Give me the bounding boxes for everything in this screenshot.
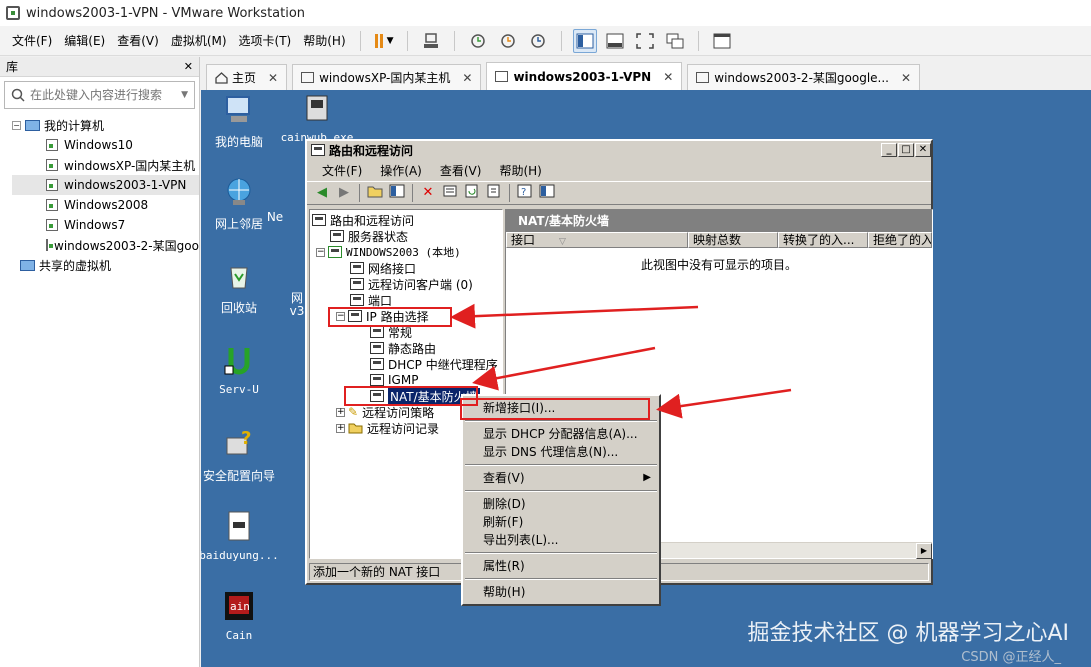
annotation-arrows (450, 303, 792, 419)
guest-desktop: 我的电脑 cainwub.exe 网上邻居 Ne 回收站 网 v3 Serv-U… (201, 90, 1091, 667)
vm-icon (46, 179, 58, 191)
tab-close-icon[interactable]: ✕ (901, 71, 911, 85)
tab-close-icon[interactable]: ✕ (268, 71, 278, 85)
tree-vm-item[interactable]: windowsXP-国内某主机 (12, 155, 199, 175)
vm-icon (46, 159, 58, 171)
collapse-icon[interactable]: − (12, 120, 21, 130)
title-bar: windows2003-1-VPN - VMware Workstation (0, 0, 1091, 26)
snapshot-revert-icon[interactable] (496, 29, 520, 53)
tab-bar: 主页 ✕ windowsXP-国内某主机 ✕ windows2003-1-VPN ✕ … (201, 62, 1091, 90)
snapshot-take-icon[interactable] (466, 29, 490, 53)
watermark-csdn: CSDN @正经人_ (961, 650, 1061, 665)
send-ctrl-alt-del-icon[interactable] (419, 29, 443, 53)
search-input[interactable] (30, 88, 182, 102)
vm-icon (46, 219, 58, 231)
snapshot-manager-icon[interactable] (526, 29, 550, 53)
menu-tabs[interactable]: 选项卡(T) (233, 26, 298, 56)
library-search[interactable]: ▼ (4, 81, 195, 109)
tree-my-computer[interactable]: − 我的计算机 (12, 115, 199, 135)
search-dropdown-icon[interactable]: ▼ (181, 90, 188, 100)
menu-file[interactable]: 文件(F) (6, 26, 58, 56)
vm-icon (46, 139, 58, 151)
menu-view[interactable]: 查看(V) (111, 26, 165, 56)
tab-close-icon[interactable]: ✕ (663, 70, 673, 84)
vm-icon (46, 239, 53, 251)
console-view-icon[interactable] (710, 29, 734, 53)
computer-icon (25, 119, 40, 131)
tab-vm-2003-2[interactable]: windows2003-2-某国google... ✕ (687, 64, 921, 90)
pause-button[interactable]: ▼ (372, 29, 396, 53)
library-panel: 库 ✕ ▼ − 我的计算机 Windows10 windowsXP-国内某主机 … (0, 57, 200, 667)
tree-vm-item[interactable]: Windows7 (12, 215, 199, 235)
tab-vm-xp[interactable]: windowsXP-国内某主机 ✕ (292, 64, 482, 90)
tab-close-icon[interactable]: ✕ (462, 71, 472, 85)
library-close-icon[interactable]: ✕ (184, 60, 193, 73)
thumbnail-bar-icon[interactable] (603, 29, 627, 53)
vm-icon (46, 199, 58, 211)
library-title: 库 (6, 60, 19, 74)
library-header: 库 ✕ (0, 57, 199, 77)
menu-bar: 文件(F) 编辑(E) 查看(V) 虚拟机(M) 选项卡(T) 帮助(H) ▼ (0, 26, 1091, 56)
tab-vm-2003-1[interactable]: windows2003-1-VPN ✕ (486, 62, 683, 90)
tab-home[interactable]: 主页 ✕ (206, 64, 288, 90)
full-screen-icon[interactable] (633, 29, 657, 53)
unity-icon[interactable] (663, 29, 687, 53)
tree-vm-item[interactable]: Windows10 (12, 135, 199, 155)
tree-vm-item[interactable]: Windows2008 (12, 195, 199, 215)
toolbar-separator (359, 30, 361, 51)
menu-edit[interactable]: 编辑(E) (58, 26, 111, 56)
tree-vm-item-selected[interactable]: windows2003-1-VPN (12, 175, 199, 195)
tree-vm-item[interactable]: windows2003-2-某国google (12, 235, 199, 255)
vm-tab-icon (301, 72, 315, 83)
shared-computer-icon (20, 259, 35, 271)
window-title: windows2003-1-VPN - VMware Workstation (26, 5, 306, 21)
vm-tab-icon (495, 71, 509, 82)
tree-shared-vms[interactable]: 共享的虚拟机 (12, 255, 199, 275)
menu-help[interactable]: 帮助(H) (297, 26, 351, 56)
show-library-icon[interactable] (572, 28, 597, 53)
menu-vm[interactable]: 虚拟机(M) (165, 26, 233, 56)
vm-tab-icon (696, 72, 710, 83)
vmware-icon (6, 6, 20, 20)
home-icon (215, 71, 228, 84)
watermark: 掘金技术社区 @ 机器学习之心AI (747, 621, 1069, 646)
search-icon (11, 88, 25, 102)
